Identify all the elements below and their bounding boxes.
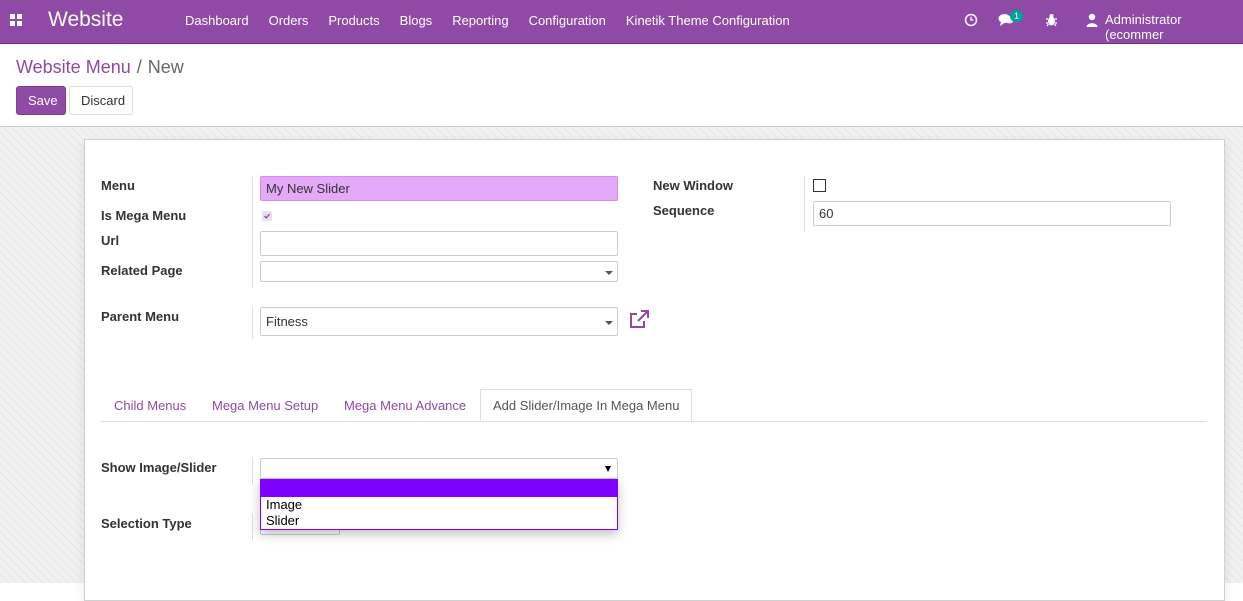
sequence-value: 60 (819, 206, 834, 221)
menu-name-input[interactable]: My New Slider (260, 176, 618, 201)
breadcrumb-separator: / (136, 57, 142, 77)
user-avatar-icon[interactable] (1086, 13, 1098, 27)
is-mega-menu-label: Is Mega Menu (101, 208, 187, 223)
breadcrumb: Website Menu / New (16, 57, 184, 78)
breadcrumb-current: New (147, 57, 184, 77)
apps-grid-icon[interactable] (10, 14, 23, 26)
breadcrumb-parent-link[interactable]: Website Menu (16, 57, 131, 77)
top-navbar: Website Dashboard Orders Products Blogs … (0, 0, 1243, 44)
tabs-baseline (101, 421, 1207, 422)
parent-menu-select[interactable]: Fitness (260, 307, 618, 336)
related-page-select[interactable] (260, 261, 618, 282)
discard-button[interactable]: Discard (69, 86, 133, 115)
dropdown-option-image[interactable]: Image (261, 497, 617, 513)
is-mega-menu-checkbox[interactable] (262, 211, 272, 221)
new-window-label: New Window (653, 178, 734, 193)
show-image-slider-select[interactable] (260, 458, 618, 479)
form-sheet: Menu Is Mega Menu Url Related Page My Ne… (84, 139, 1225, 601)
dropdown-option-slider[interactable]: Slider (261, 513, 617, 529)
debug-bug-icon[interactable] (1045, 13, 1058, 27)
messages-count-badge: 1 (1010, 10, 1024, 22)
sequence-label: Sequence (653, 203, 715, 218)
menu-kinetik-theme-configuration[interactable]: Kinetik Theme Configuration (626, 13, 790, 28)
external-link-icon[interactable] (629, 310, 649, 329)
dropdown-option-empty[interactable] (261, 480, 617, 497)
tab-mega-menu-setup[interactable]: Mega Menu Setup (212, 390, 318, 421)
parent-menu-label: Parent Menu (101, 309, 180, 324)
menu-name-value: My New Slider (266, 181, 350, 196)
menu-dashboard[interactable]: Dashboard (185, 13, 249, 28)
selection-type-separator (252, 514, 253, 540)
menu-label: Menu (101, 178, 135, 193)
right-group-separator (804, 176, 805, 232)
left-group-separator (252, 176, 253, 288)
parent-menu-separator (252, 307, 253, 339)
tab-add-slider-image[interactable]: Add Slider/Image In Mega Menu (480, 389, 693, 421)
sequence-input[interactable]: 60 (813, 201, 1171, 226)
app-brand[interactable]: Website (48, 8, 123, 32)
show-image-slider-separator (252, 458, 253, 484)
show-image-slider-dropdown-list: Image Slider (260, 479, 618, 530)
url-label: Url (101, 233, 120, 248)
chevron-down-icon (605, 320, 613, 325)
menu-reporting[interactable]: Reporting (452, 13, 508, 28)
chevron-down-icon (605, 270, 613, 275)
url-input[interactable] (260, 231, 618, 256)
selection-type-label: Selection Type (101, 516, 192, 531)
menu-configuration[interactable]: Configuration (529, 13, 606, 28)
tab-mega-menu-advance[interactable]: Mega Menu Advance (344, 390, 466, 421)
menu-products[interactable]: Products (328, 13, 379, 28)
main-menu: Dashboard Orders Products Blogs Reportin… (175, 13, 800, 28)
new-window-checkbox[interactable] (813, 179, 826, 192)
check-mark-icon (264, 213, 270, 219)
show-image-slider-label: Show Image/Slider (101, 460, 217, 475)
menu-orders[interactable]: Orders (269, 13, 309, 28)
activity-clock-icon[interactable] (964, 13, 978, 27)
menu-blogs[interactable]: Blogs (400, 13, 433, 28)
related-page-label: Related Page (101, 263, 183, 278)
chevron-down-icon (605, 465, 611, 472)
parent-menu-value: Fitness (266, 314, 308, 329)
save-button[interactable]: Save (16, 86, 66, 115)
user-menu-name[interactable]: Administrator (ecommer (1105, 12, 1243, 42)
tab-child-menus[interactable]: Child Menus (114, 390, 186, 421)
